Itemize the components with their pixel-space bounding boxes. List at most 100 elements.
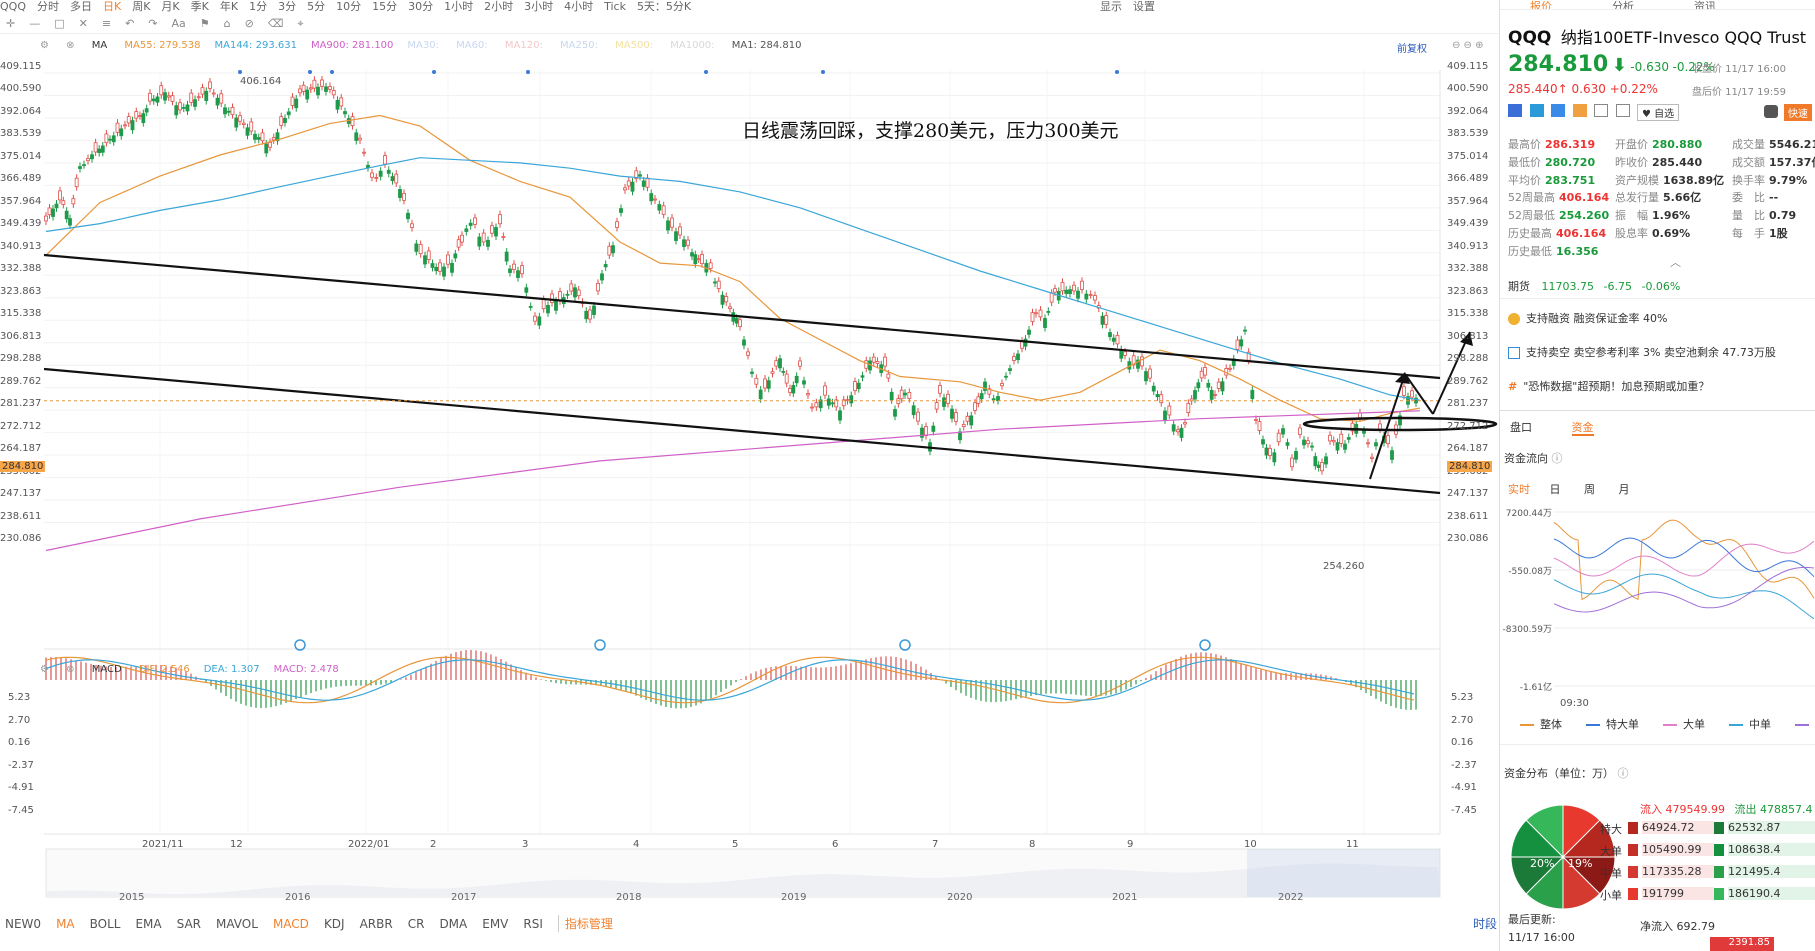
- candle: [1386, 435, 1390, 444]
- overview-year: 2021: [1112, 892, 1138, 903]
- indicator-tab-11[interactable]: EMV: [482, 917, 508, 931]
- period-1[interactable]: 分时: [37, 1, 59, 12]
- indicator-tab-5[interactable]: MAVOL: [216, 917, 258, 931]
- period-6[interactable]: 季K: [191, 1, 209, 12]
- candle: [241, 122, 246, 125]
- draw-tool-8[interactable]: ⚑: [200, 17, 210, 30]
- sub-tabs[interactable]: 盘口 资金: [1510, 419, 1594, 436]
- period-7[interactable]: 年K: [220, 1, 238, 12]
- watchlist-button[interactable]: ♥ 自选: [1637, 104, 1680, 121]
- draw-tool-12[interactable]: ⌖: [297, 17, 303, 31]
- alert-icon[interactable]: [1594, 104, 1608, 117]
- hash-icon: #: [1508, 380, 1518, 393]
- candle: [68, 218, 72, 226]
- period-14[interactable]: 1小时: [444, 1, 473, 12]
- topbar-right-0[interactable]: 显示: [1100, 1, 1122, 12]
- indicator-tab-4[interactable]: SAR: [177, 917, 201, 931]
- indicator-tab-9[interactable]: CR: [408, 917, 425, 931]
- quick-trade-button[interactable]: 快速: [1784, 104, 1812, 121]
- period-13[interactable]: 30分: [408, 1, 433, 12]
- rp-tab-2[interactable]: 资讯: [1694, 0, 1716, 9]
- candle: [794, 375, 799, 384]
- chart-area[interactable]: ⚙ ⊗ MA MA55: 279.538 MA144: 293.631 MA900:…: [0, 34, 1498, 914]
- period-2[interactable]: 多日: [70, 1, 92, 12]
- indicator-tab-2[interactable]: BOLL: [90, 917, 121, 931]
- share-icon[interactable]: [1529, 104, 1544, 117]
- draw-tool-0[interactable]: ✛: [6, 17, 15, 30]
- period-18[interactable]: Tick: [604, 1, 626, 12]
- period-9[interactable]: 3分: [278, 1, 296, 12]
- news-headline[interactable]: # "恐怖数据"超预期！加息预期或加重？: [1508, 378, 1709, 394]
- indicator-tab-10[interactable]: DMA: [439, 917, 467, 931]
- close-icon[interactable]: ⊗: [66, 664, 74, 675]
- quote-tabs[interactable]: 报价 分析 资讯: [1500, 0, 1815, 10]
- candle: [871, 356, 876, 363]
- period-0[interactable]: QQQ: [0, 1, 26, 12]
- draw-tool-6[interactable]: ↷: [148, 17, 157, 30]
- draw-tool-7[interactable]: Aa: [172, 17, 186, 30]
- indicator-tab-12[interactable]: RSI: [523, 917, 543, 931]
- stat-1: 开盘价 280.880: [1615, 136, 1702, 152]
- candle: [630, 181, 635, 192]
- short-notice[interactable]: 支持卖空 卖空参考利率 3% 卖空池剩余 47.73万股: [1508, 344, 1776, 360]
- flag-icon[interactable]: [1508, 104, 1522, 117]
- indicator-tab-8[interactable]: ARBR: [360, 917, 393, 931]
- price-chart[interactable]: [0, 34, 1498, 914]
- close-icon[interactable]: ⊗: [66, 40, 74, 51]
- draw-tool-11[interactable]: ⌫: [268, 17, 284, 30]
- rp-tab-0[interactable]: 报价: [1530, 0, 1552, 9]
- ma-label: MA: [91, 40, 108, 51]
- rp-tab-1[interactable]: 分析: [1612, 0, 1634, 9]
- tab-capital[interactable]: 资金: [1571, 421, 1594, 436]
- period-17[interactable]: 4小时: [564, 1, 593, 12]
- draw-tool-9[interactable]: ⌂: [224, 17, 231, 30]
- period-11[interactable]: 10分: [336, 1, 361, 12]
- draw-tool-1[interactable]: —: [29, 17, 40, 30]
- candle: [1072, 284, 1076, 292]
- legend-item-0: DIF: 2.546: [138, 664, 190, 675]
- indicator-tabs[interactable]: NEW0 MA BOLL EMA SAR MAVOL MACD KDJ ARBR CR DMA EMV…: [0, 913, 1498, 933]
- period-8[interactable]: 1分: [249, 1, 267, 12]
- period-link[interactable]: 时段: [1473, 915, 1497, 932]
- flow-tabs[interactable]: 实时 日 周 月: [1508, 481, 1630, 497]
- draw-tool-3[interactable]: ✕: [79, 17, 88, 30]
- chat-icon[interactable]: [1572, 104, 1587, 117]
- period-3[interactable]: 日K: [103, 1, 121, 12]
- candle: [615, 221, 619, 228]
- tab-pankou[interactable]: 盘口: [1510, 421, 1532, 434]
- candle: [700, 254, 704, 265]
- indicator-tab-7[interactable]: KDJ: [324, 917, 345, 931]
- period-10[interactable]: 5分: [307, 1, 325, 12]
- out-swatch: [1714, 888, 1724, 900]
- candle: [178, 102, 182, 111]
- period-5[interactable]: 月K: [161, 1, 179, 12]
- period-12[interactable]: 15分: [372, 1, 397, 12]
- macd-tick-right: 0.16: [1451, 737, 1474, 749]
- period-15[interactable]: 2小时: [484, 1, 513, 12]
- draw-tool-2[interactable]: □: [54, 17, 64, 30]
- fq-label[interactable]: 前复权: [1397, 40, 1427, 55]
- indicator-tab-0[interactable]: NEW0: [5, 917, 41, 931]
- indicator-tab-1[interactable]: MA: [56, 917, 75, 931]
- topbar-right-1[interactable]: 设置: [1133, 1, 1155, 12]
- indicator-tab-3[interactable]: EMA: [135, 917, 161, 931]
- draw-tool-5[interactable]: ↶: [125, 17, 134, 30]
- net-inflow-bar: 2391.85: [1710, 937, 1774, 951]
- period-4[interactable]: 周K: [132, 1, 150, 12]
- draw-tool-10[interactable]: ⊘: [245, 17, 254, 30]
- bell-icon[interactable]: [1764, 105, 1778, 118]
- indicator-tab-13[interactable]: 指标管理: [557, 915, 613, 932]
- candle: [283, 117, 287, 123]
- period-16[interactable]: 3小时: [524, 1, 553, 12]
- expand-chevron-icon[interactable]: ︿: [1670, 254, 1681, 270]
- settings-icon[interactable]: ⚙: [40, 664, 49, 675]
- indicator-tab-6[interactable]: MACD: [273, 917, 309, 931]
- overview-year: 2020: [947, 892, 973, 903]
- dollar-icon[interactable]: [1551, 104, 1565, 117]
- legend-item-7: MA500:: [615, 40, 657, 51]
- news-icon[interactable]: [1615, 104, 1630, 117]
- margin-notice[interactable]: 支持融资 融资保证金率 40%: [1508, 310, 1667, 326]
- draw-tool-4[interactable]: ≡: [102, 17, 111, 30]
- period-19[interactable]: 5天：5分K: [637, 1, 691, 12]
- candle: [324, 86, 328, 92]
